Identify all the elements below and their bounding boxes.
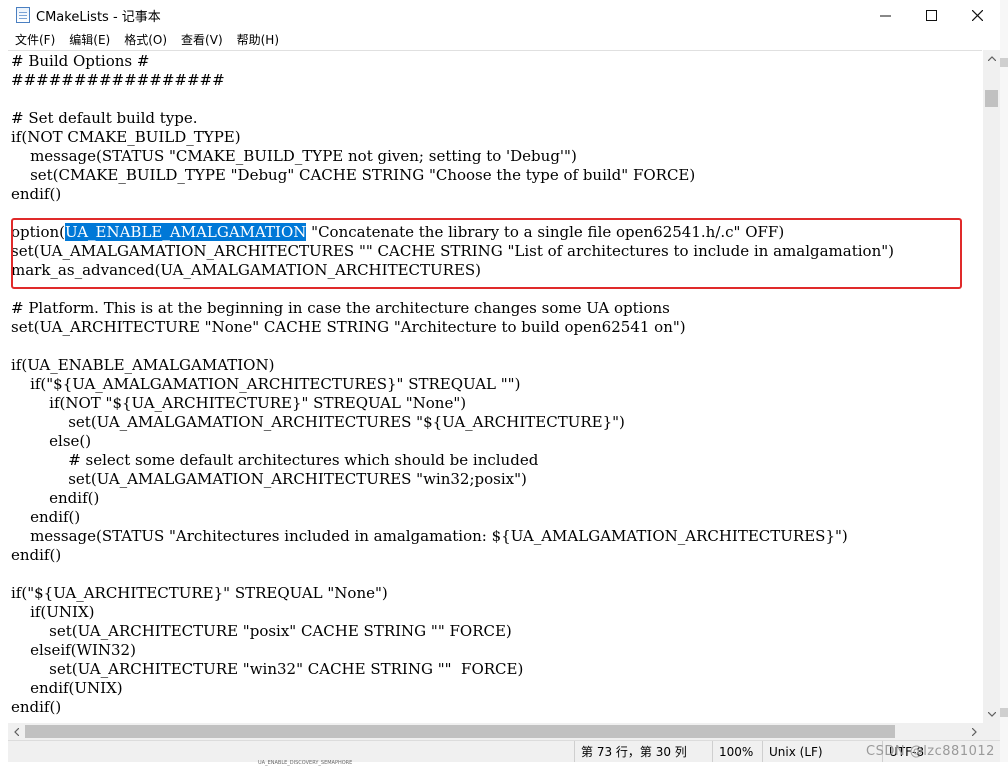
code-line: set(UA_AMALGAMATION_ARCHITECTURES "" CAC… [11,242,894,260]
code-line: # Set default build type. [11,109,198,127]
vertical-scrollbar[interactable] [983,50,1000,723]
option-prefix: option( [11,223,66,241]
close-button[interactable] [954,0,1000,30]
maximize-icon [925,9,937,21]
close-icon [971,9,983,21]
background-fragment [1000,708,1008,717]
menu-format[interactable]: 格式(O) [117,30,174,50]
code-line: else() [11,432,92,450]
code-line: # select some default architectures whic… [11,451,539,469]
background-text: UA_ENABLE_DISCOVERY_SEMAPHORE [258,760,353,766]
vertical-scroll-thumb[interactable] [985,90,998,107]
code-line: ################# [11,71,225,89]
code-line: elseif(WIN32) [11,641,136,659]
chevron-left-icon [14,727,19,736]
code-line: set(UA_ARCHITECTURE "posix" CACHE STRING… [11,622,512,640]
code-line: if(UNIX) [11,603,95,621]
menu-bar: 文件(F) 编辑(E) 格式(O) 查看(V) 帮助(H) [0,30,1000,50]
selected-text: UA_ENABLE_AMALGAMATION [65,223,307,241]
code-line: if(NOT CMAKE_BUILD_TYPE) [11,128,241,146]
horizontal-scrollbar[interactable] [8,723,983,740]
background-fragment [1000,58,1008,67]
text-editor[interactable]: # Build Options # ################# # Se… [11,52,983,724]
scroll-right-button[interactable] [966,723,983,740]
menu-view[interactable]: 查看(V) [174,30,230,50]
code-line: message(STATUS "Architectures included i… [11,527,848,545]
zoom-level: 100% [712,741,753,763]
window-title: CMakeLists - 记事本 [36,9,161,25]
code-line: endif() [11,489,100,507]
scroll-up-button[interactable] [983,50,1000,67]
code-line: set(UA_ARCHITECTURE "None" CACHE STRING … [11,318,686,336]
code-line: mark_as_advanced(UA_AMALGAMATION_ARCHITE… [11,261,482,279]
code-line: set(UA_ARCHITECTURE "win32" CACHE STRING… [11,660,524,678]
notepad-icon [16,7,30,23]
chevron-down-icon [987,712,996,717]
code-line: endif(UNIX) [11,679,123,697]
title-bar[interactable]: CMakeLists - 记事本 [0,0,1000,30]
code-line: if("${UA_AMALGAMATION_ARCHITECTURES}" ST… [11,375,521,393]
watermark: CSDN @lzc881012 [866,744,995,759]
code-line-option: option(UA_ENABLE_AMALGAMATION "Concatena… [11,223,983,242]
maximize-button[interactable] [908,0,954,30]
background-window-edge [1000,0,1008,769]
cursor-position: 第 73 行，第 30 列 [574,741,687,763]
code-line: # Platform. This is at the beginning in … [11,299,670,317]
notepad-window: CMakeLists - 记事本 文件(F) 编辑(E) 格式(O) 查看(V)… [0,0,1000,769]
scroll-down-button[interactable] [983,706,1000,723]
code-line: # Build Options # [11,52,150,70]
scroll-left-button[interactable] [8,723,25,740]
code-line: set(CMAKE_BUILD_TYPE "Debug" CACHE STRIN… [11,166,696,184]
background-strip [0,762,1008,769]
code-line: if(UA_ENABLE_AMALGAMATION) [11,356,275,374]
code-line: if(NOT "${UA_ARCHITECTURE}" STREQUAL "No… [11,394,467,412]
menu-edit[interactable]: 编辑(E) [62,30,117,50]
horizontal-scroll-thumb[interactable] [25,725,895,738]
menu-file[interactable]: 文件(F) [8,30,62,50]
code-line: endif() [11,185,62,203]
minimize-icon [879,15,891,16]
scrollbar-corner [983,723,1000,740]
status-bar: 第 73 行，第 30 列 100% Unix (LF) UTF-8 [8,740,1000,763]
code-line: endif() [11,698,62,716]
menu-help[interactable]: 帮助(H) [230,30,286,50]
option-suffix: "Concatenate the library to a single fil… [306,223,785,241]
chevron-right-icon [972,727,977,736]
chevron-up-icon [987,56,996,61]
code-line: if("${UA_ARCHITECTURE}" STREQUAL "None") [11,584,388,602]
line-ending: Unix (LF) [762,741,823,763]
code-line: message(STATUS "CMAKE_BUILD_TYPE not giv… [11,147,577,165]
code-line: set(UA_AMALGAMATION_ARCHITECTURES "win32… [11,470,527,488]
code-line: set(UA_AMALGAMATION_ARCHITECTURES "${UA_… [11,413,625,431]
code-line: endif() [11,546,62,564]
code-line: endif() [11,508,81,526]
minimize-button[interactable] [862,0,908,30]
window-controls [862,0,1000,30]
